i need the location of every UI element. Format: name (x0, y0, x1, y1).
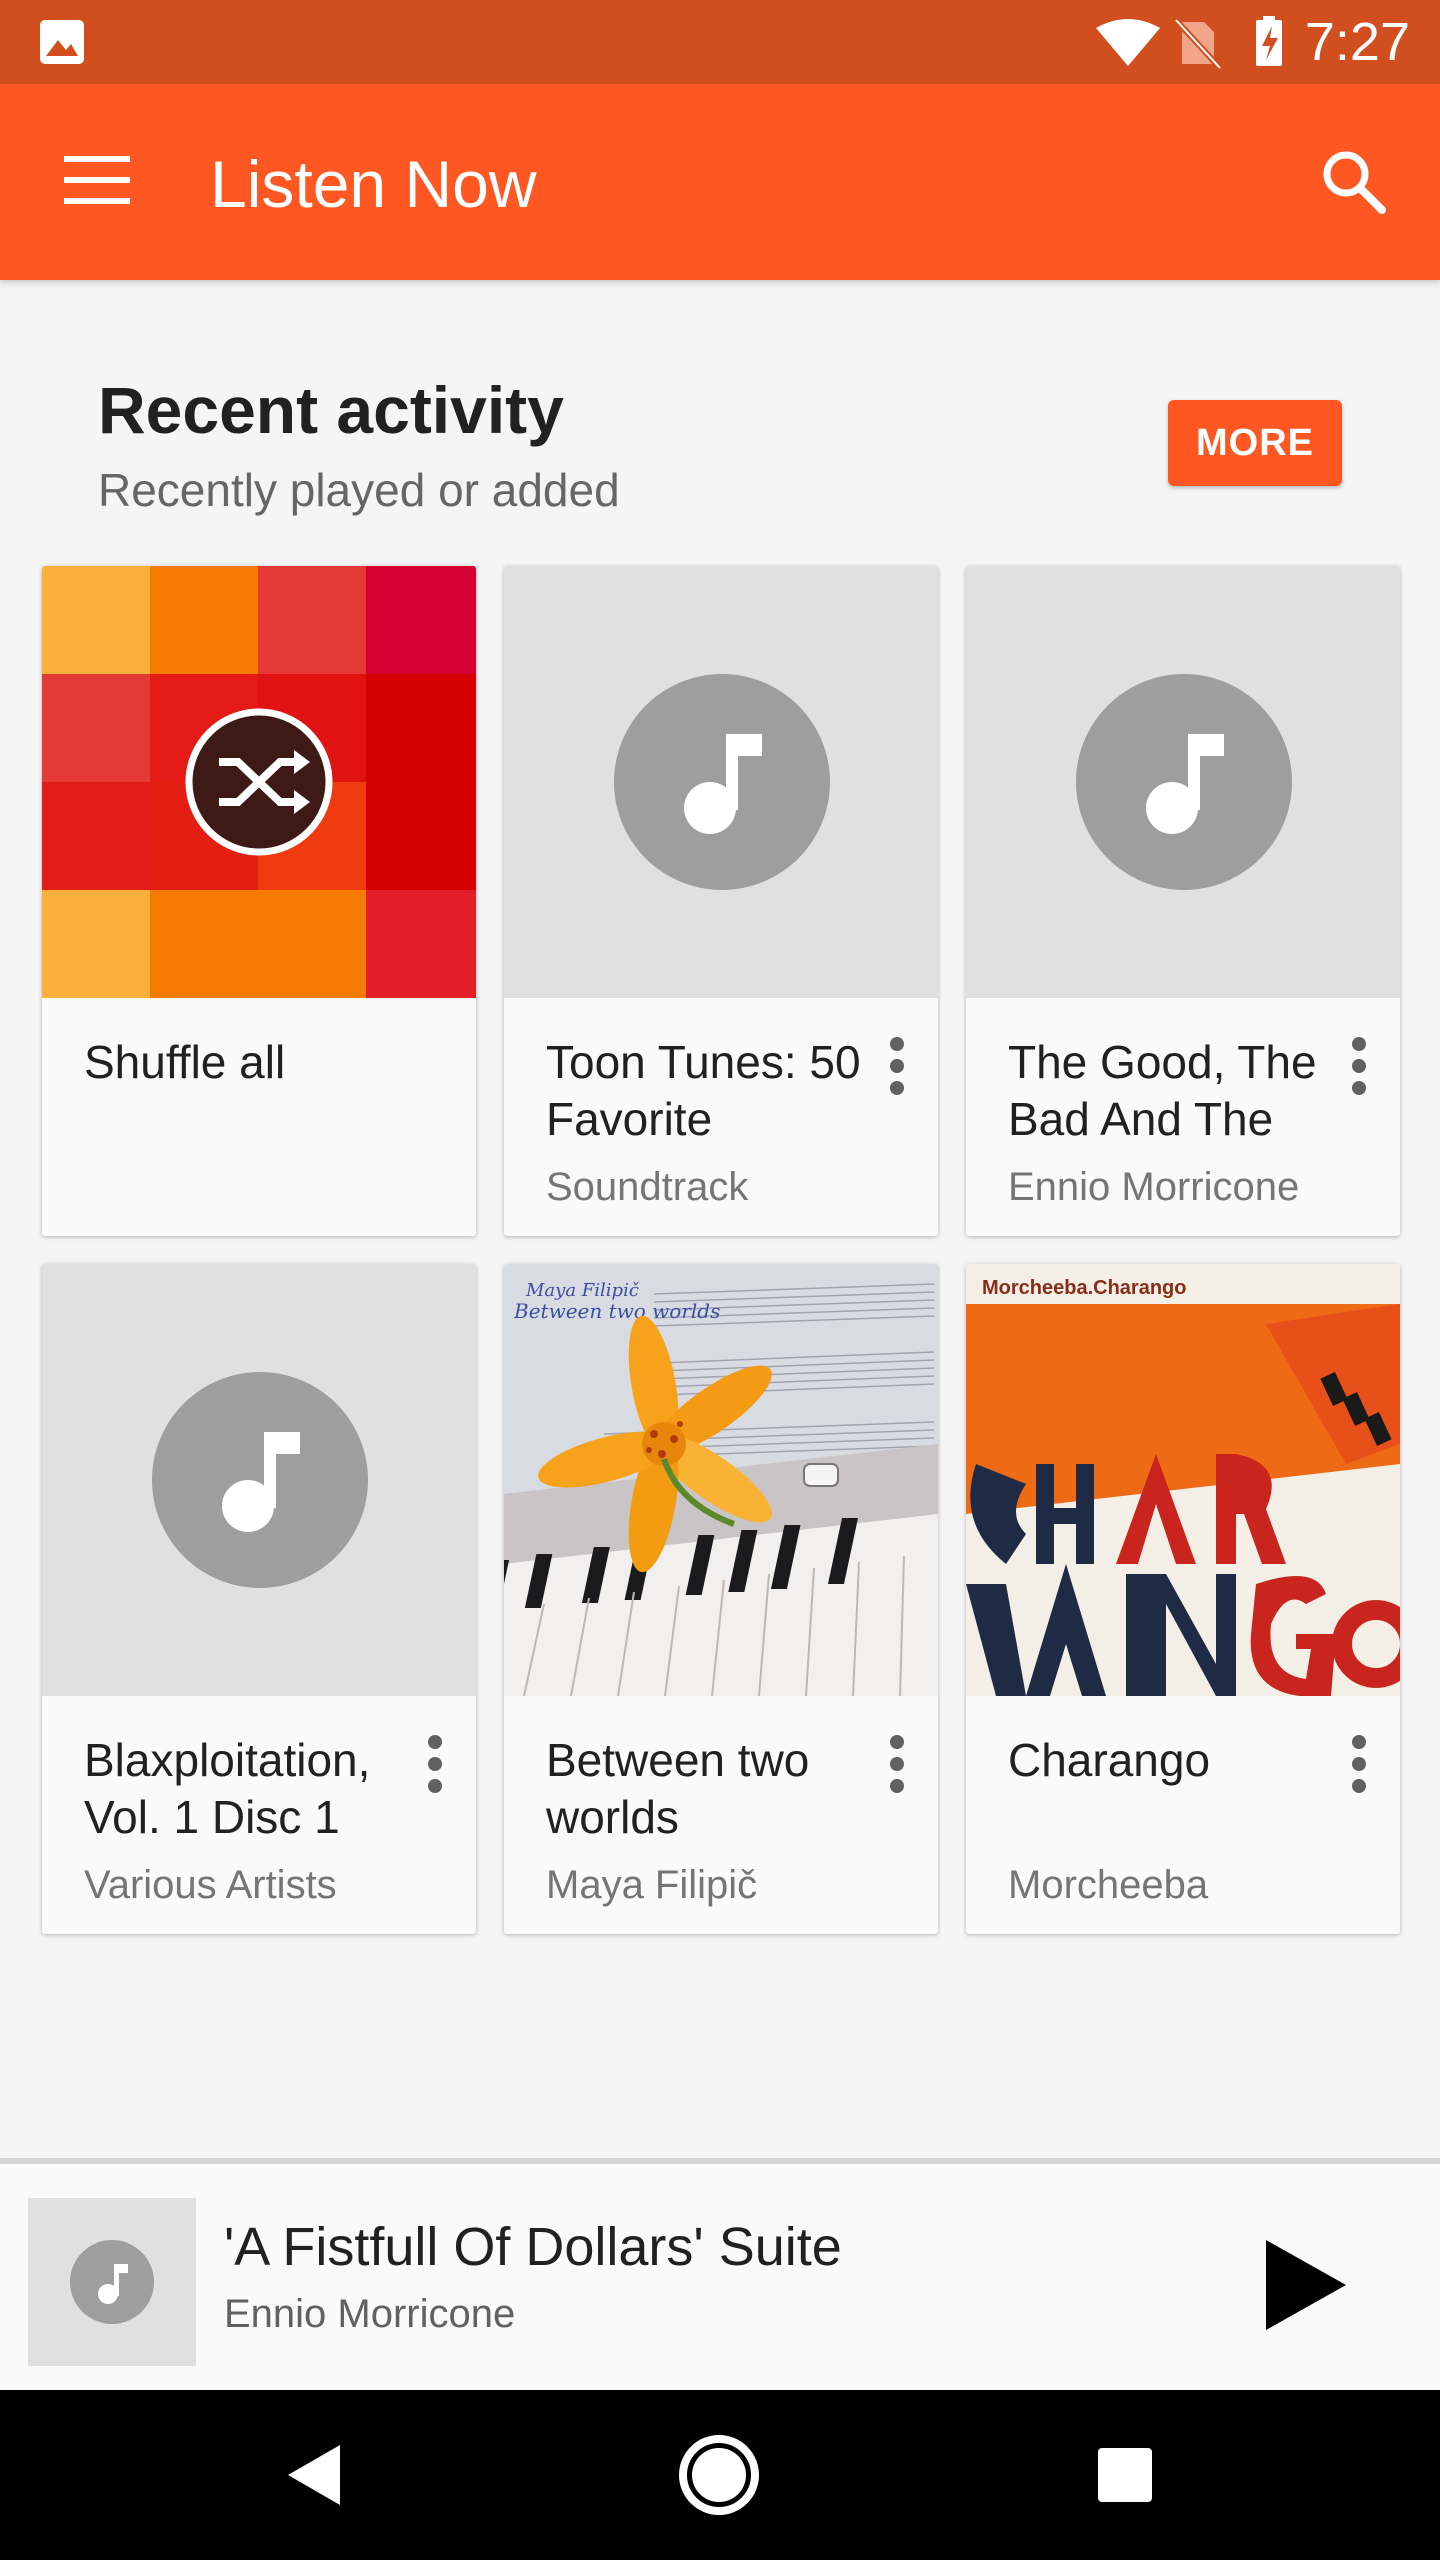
section-subtitle: Recently played or added (98, 464, 620, 516)
overflow-menu-button[interactable] (1334, 1030, 1384, 1110)
play-icon (1266, 2240, 1346, 2330)
album-art-charango[interactable]: Morcheeba.Charango (966, 1264, 1400, 1696)
wifi-icon (1096, 19, 1160, 66)
no-sim-icon (1173, 17, 1223, 71)
now-playing-thumbnail[interactable] (28, 2198, 196, 2366)
album-card[interactable]: Blaxploitation, Vol. 1 Disc 1 Various Ar… (42, 1264, 476, 1934)
art-artist-text: Maya Filipič (525, 1280, 640, 1301)
more-vert-icon (1352, 1735, 1366, 1793)
recents-button[interactable] (1080, 2430, 1170, 2520)
now-playing-bar[interactable]: 'A Fistfull Of Dollars' Suite Ennio Morr… (0, 2158, 1440, 2396)
app-bar: Listen Now (0, 84, 1440, 280)
search-icon (1323, 151, 1386, 214)
shuffle-all-card[interactable]: Shuffle all (42, 566, 476, 1236)
music-note-icon (614, 674, 830, 890)
card-title: The Good, The Bad And The (1008, 1036, 1317, 1145)
card-subtitle: Soundtrack (546, 1165, 749, 1209)
battery-charging-icon (1256, 16, 1282, 66)
overflow-menu-button[interactable] (872, 1030, 922, 1110)
card-title: Charango (1008, 1734, 1211, 1786)
album-card[interactable]: The Good, The Bad And The Ennio Morricon… (966, 566, 1400, 1236)
card-subtitle: Various Artists (84, 1863, 337, 1907)
card-subtitle: Morcheeba (1008, 1863, 1209, 1907)
more-vert-icon (890, 1037, 904, 1095)
music-note-icon (70, 2240, 154, 2324)
card-title: Toon Tunes: 50 Favorite (546, 1036, 861, 1145)
album-card[interactable]: Toon Tunes: 50 Favorite Soundtrack (504, 566, 938, 1236)
more-vert-icon (1352, 1037, 1366, 1095)
overflow-menu-button[interactable] (872, 1728, 922, 1808)
more-vert-icon (428, 1735, 442, 1793)
card-title: Between two worlds (546, 1734, 810, 1843)
search-button[interactable] (1318, 146, 1390, 218)
system-navigation-bar (0, 2390, 1440, 2560)
album-card[interactable]: Maya Filipič Between two worlds Between … (504, 1264, 938, 1934)
status-bar: 7:27 (0, 0, 1440, 84)
shuffle-art[interactable] (42, 566, 476, 998)
hamburger-menu-icon (64, 156, 130, 204)
recents-icon (1098, 2448, 1152, 2502)
more-vert-icon (890, 1735, 904, 1793)
card-title: Shuffle all (84, 1036, 286, 1088)
art-label-text: Morcheeba.Charango (982, 1277, 1186, 1299)
gallery-notification-icon (38, 18, 86, 71)
section-title: Recent activity (98, 373, 564, 447)
card-subtitle: Ennio Morricone (1008, 1165, 1300, 1209)
now-playing-title: 'A Fistfull Of Dollars' Suite (224, 2217, 842, 2277)
album-art-placeholder[interactable] (504, 566, 938, 998)
more-button[interactable]: MORE (1168, 400, 1342, 486)
system-status-icons (1090, 14, 1290, 75)
menu-button[interactable] (64, 154, 130, 206)
art-title-text: Between two worlds (513, 1299, 720, 1323)
music-note-icon (1076, 674, 1292, 890)
overflow-menu-button[interactable] (1334, 1728, 1384, 1808)
play-button[interactable] (1248, 2230, 1358, 2340)
card-title: Blaxploitation, Vol. 1 Disc 1 (84, 1734, 371, 1843)
back-button[interactable] (270, 2430, 360, 2520)
status-time: 7:27 (1304, 12, 1410, 72)
overflow-menu-button[interactable] (410, 1728, 460, 1808)
album-card[interactable]: Morcheeba.Charango Charango Morcheeba (966, 1264, 1400, 1934)
home-button[interactable] (674, 2430, 764, 2520)
home-icon (679, 2435, 759, 2515)
music-note-icon (152, 1372, 368, 1588)
card-subtitle: Maya Filipič (546, 1863, 758, 1907)
back-icon (288, 2445, 340, 2505)
album-art-placeholder[interactable] (966, 566, 1400, 998)
shuffle-icon (185, 708, 333, 856)
now-playing-artist: Ennio Morricone (224, 2292, 516, 2336)
album-art-placeholder[interactable] (42, 1264, 476, 1696)
album-art-between-two-worlds[interactable]: Maya Filipič Between two worlds (504, 1264, 938, 1696)
page-title: Listen Now (210, 147, 537, 221)
